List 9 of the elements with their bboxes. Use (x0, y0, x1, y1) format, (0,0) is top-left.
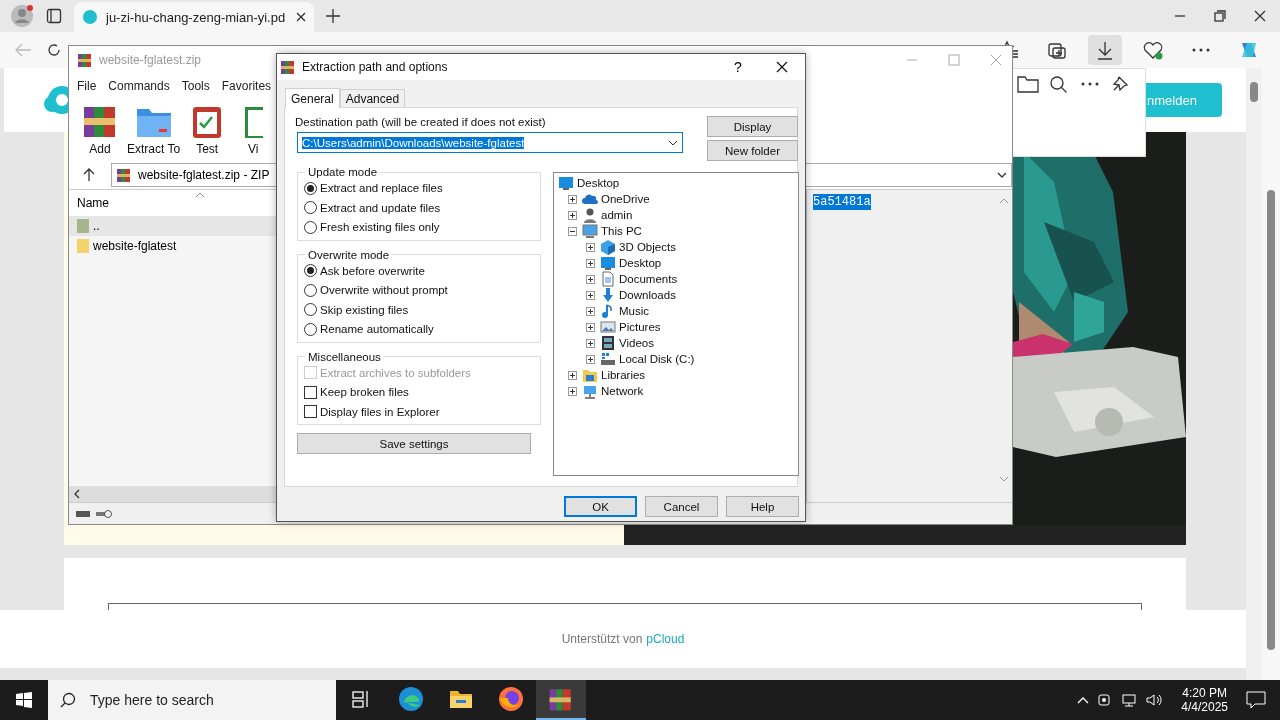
group-title: Update mode (307, 166, 379, 178)
clock-date: 4/4/2025 (1181, 700, 1228, 714)
comment-text: 5a51481a (813, 194, 871, 210)
group-title: Overwrite mode (307, 248, 391, 261)
group-title: Miscellaneous (307, 350, 382, 363)
clock-time: 4:20 PM (1182, 686, 1227, 700)
window-title: website-fglatest.zip (99, 53, 202, 67)
footer-text: Unterstützt von (561, 632, 643, 646)
dialog-title: Extraction path and options (302, 60, 448, 74)
